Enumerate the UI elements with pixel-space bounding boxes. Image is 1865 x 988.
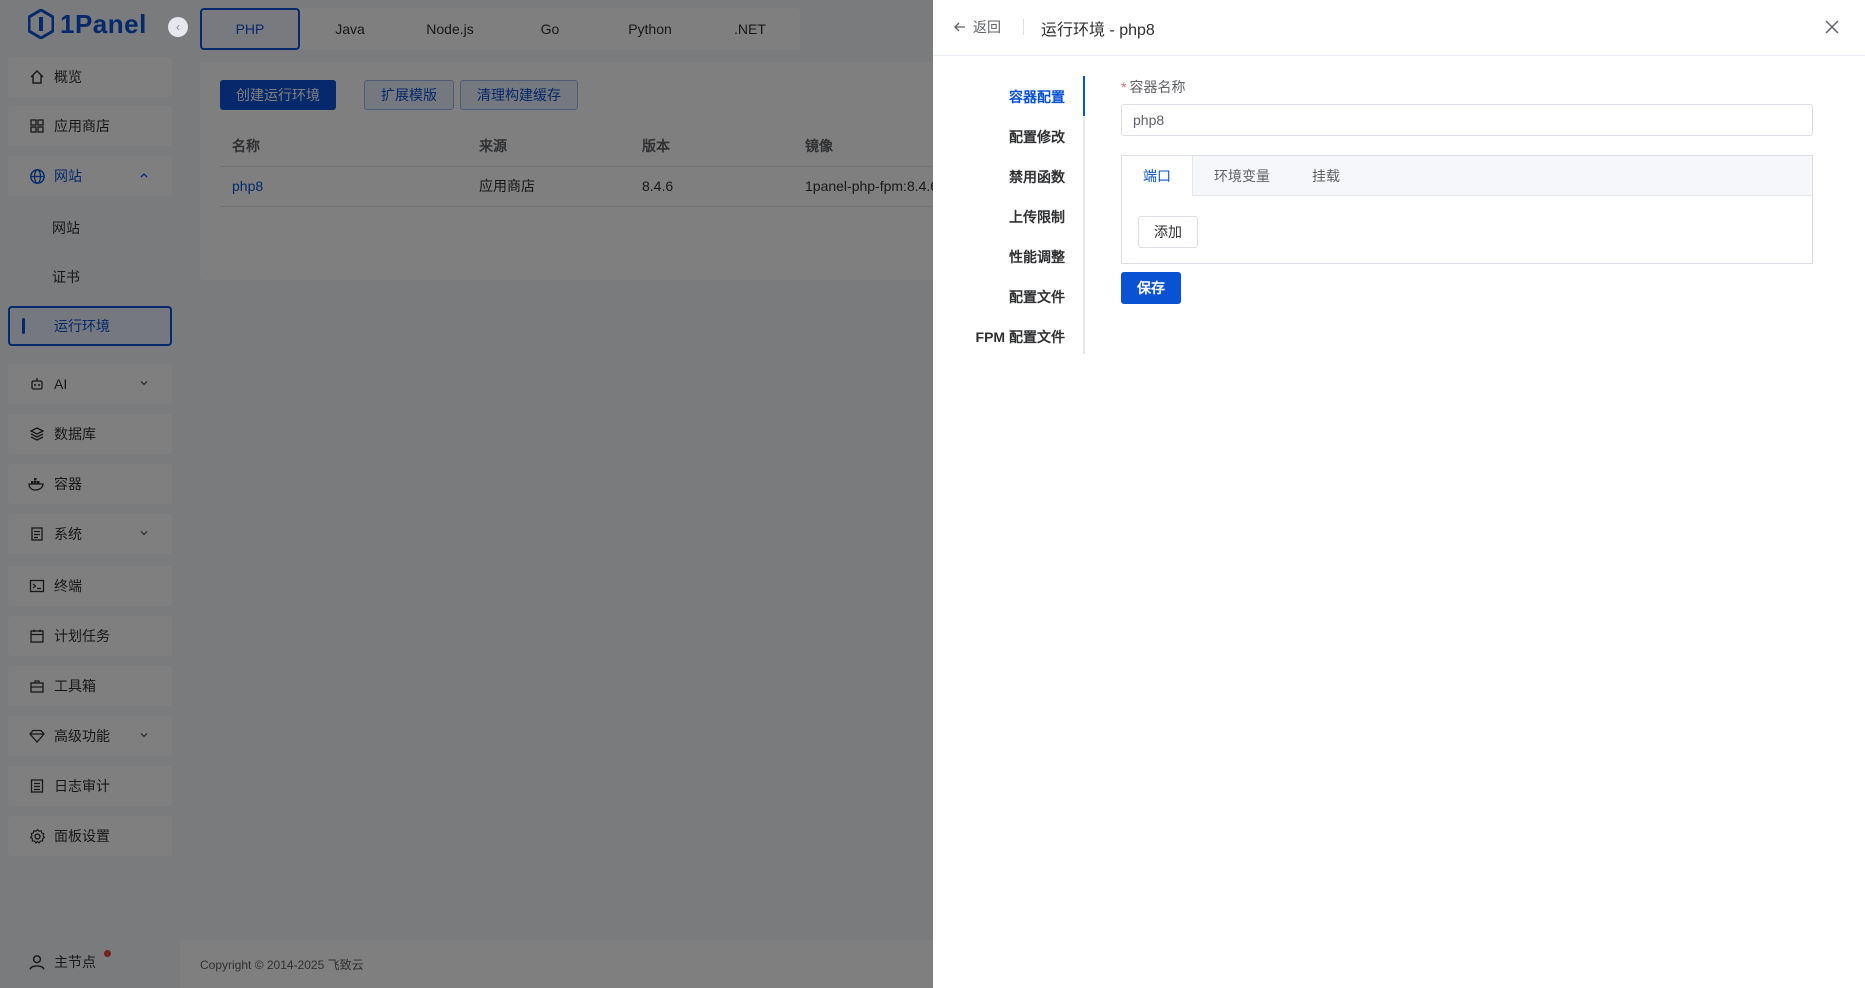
drawer-title: 运行环境 - php8	[1041, 22, 1155, 39]
collapse-sidebar-button[interactable]: ‹	[168, 17, 188, 37]
menu-container-config[interactable]: 容器配置	[1009, 87, 1065, 107]
tab-environment-variables[interactable]: 环境变量	[1193, 156, 1291, 195]
save-button[interactable]: 保存	[1121, 272, 1181, 304]
required-asterisk: *	[1121, 79, 1127, 95]
config-side-menu: 容器配置 配置修改 禁用函数 上传限制 性能调整 配置文件 FPM 配置文件	[933, 76, 1085, 354]
container-name-input[interactable]: php8	[1121, 104, 1813, 136]
container-name-label: * 容器名称	[1121, 77, 1185, 97]
drawer-header: 返回 运行环境 - php8	[933, 0, 1865, 56]
menu-config-file[interactable]: 配置文件	[1009, 287, 1065, 307]
menu-performance-tuning[interactable]: 性能调整	[1009, 247, 1065, 267]
back-label: 返回	[973, 19, 1001, 35]
runtime-config-drawer: 返回 运行环境 - php8 容器配置 配置修改 禁用函数 上传限制 性能调整 …	[933, 0, 1865, 988]
container-name-value: php8	[1133, 112, 1165, 128]
menu-upload-limit[interactable]: 上传限制	[1009, 207, 1065, 227]
arrow-left-icon	[954, 22, 965, 32]
menu-fpm-config-file[interactable]: FPM 配置文件	[976, 327, 1065, 347]
header-divider	[1023, 19, 1024, 35]
tab-ports[interactable]: 端口	[1122, 156, 1193, 196]
back-button[interactable]: 返回	[953, 17, 1001, 37]
tab-mounts[interactable]: 挂载	[1291, 156, 1361, 195]
menu-active-indicator	[1083, 76, 1085, 116]
add-port-button[interactable]: 添加	[1138, 216, 1198, 248]
container-tabs: 端口 环境变量 挂载 添加	[1121, 155, 1813, 264]
container-tab-bar: 端口 环境变量 挂载	[1122, 156, 1812, 196]
menu-config-edit[interactable]: 配置修改	[1009, 127, 1065, 147]
close-icon[interactable]	[1823, 18, 1841, 36]
container-name-label-text: 容器名称	[1129, 79, 1186, 95]
menu-disabled-functions[interactable]: 禁用函数	[1009, 167, 1065, 187]
